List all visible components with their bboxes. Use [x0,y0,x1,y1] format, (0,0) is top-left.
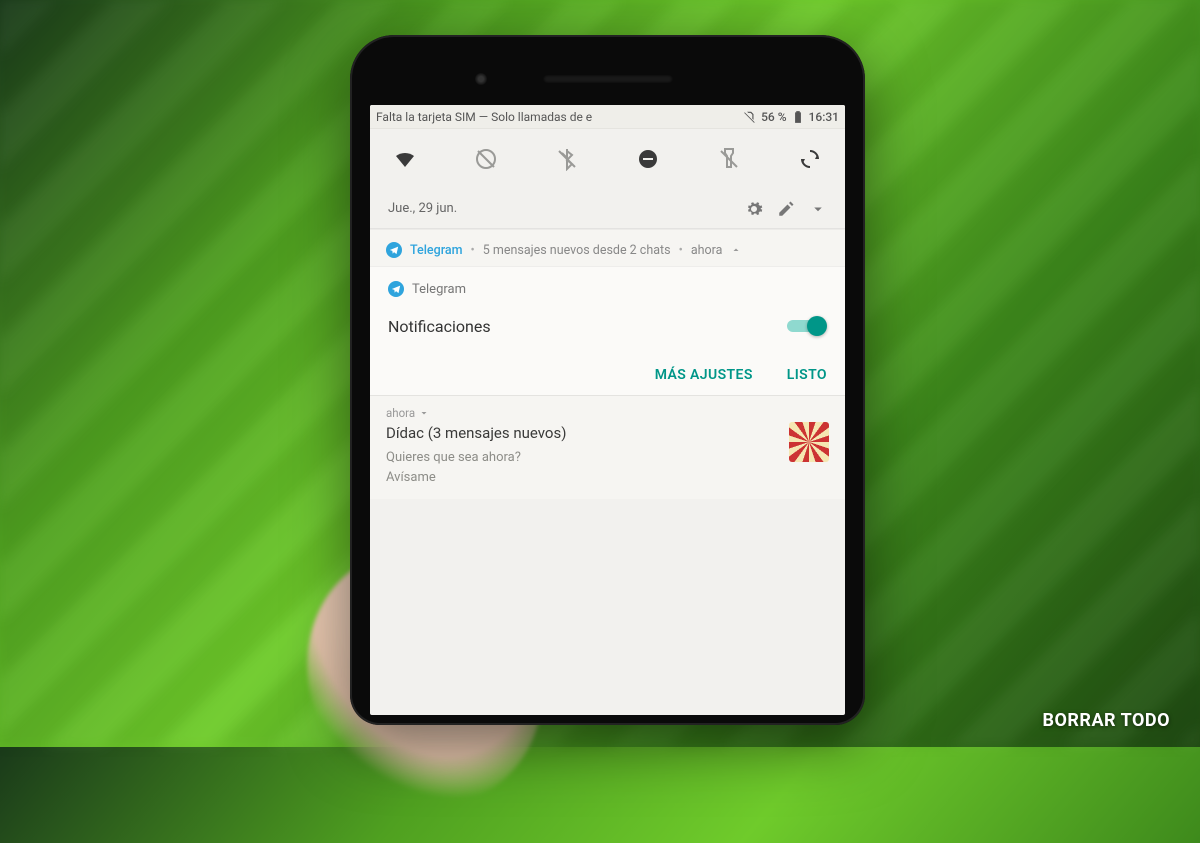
status-right: 56 % 16:31 [743,110,839,124]
date-text: Jue., 29 jun. [388,201,457,216]
notification-header[interactable]: Telegram • 5 mensajes nuevos desde 2 cha… [370,229,845,266]
edit-icon[interactable] [777,200,795,218]
flashlight-off-icon[interactable] [716,146,742,172]
app-name: Telegram [410,243,463,258]
notification-time: ahora [691,243,723,258]
card-app-name: Telegram [412,282,466,297]
status-sim-text: Falta la tarjeta SIM — Solo llamadas de … [376,110,743,124]
notification-title: Dídac (3 mensajes nuevos) [386,424,829,442]
telegram-icon [386,242,402,258]
phone-frame: Falta la tarjeta SIM — Solo llamadas de … [350,35,865,725]
battery-percent: 56 % [761,110,786,124]
notifications-label: Notificaciones [388,317,491,336]
chevron-down-icon [418,407,430,419]
notification-summary: 5 mensajes nuevos desde 2 chats [483,243,671,258]
phone-camera [475,73,487,85]
notifications-toggle[interactable] [787,315,827,337]
more-settings-button[interactable]: MÁS AJUSTES [655,367,753,383]
avatar [789,422,829,462]
message-line: Avísame [386,468,829,488]
message-notification[interactable]: ahora Dídac (3 mensajes nuevos) Quieres … [370,395,845,499]
gear-icon[interactable] [745,200,763,218]
battery-icon [791,110,805,124]
bluetooth-off-icon[interactable] [554,146,580,172]
wifi-icon[interactable] [392,146,418,172]
card-app-row: Telegram [388,281,827,297]
screen: Falta la tarjeta SIM — Solo llamadas de … [370,105,845,715]
do-not-disturb-icon[interactable] [635,146,661,172]
data-saver-off-icon[interactable] [473,146,499,172]
notification-time: ahora [386,406,829,420]
message-line: Quieres que sea ahora? [386,448,829,468]
chevron-up-icon [730,244,742,256]
date-row: Jue., 29 jun. [370,189,845,229]
notifications-toggle-row: Notificaciones [388,315,827,337]
done-button[interactable]: LISTO [787,367,827,383]
no-sim-icon [743,110,757,124]
quick-settings [370,129,845,189]
status-bar: Falta la tarjeta SIM — Solo llamadas de … [370,105,845,129]
chevron-down-icon[interactable] [809,200,827,218]
auto-rotate-icon[interactable] [797,146,823,172]
notification-settings-card: Telegram Notificaciones MÁS AJUSTES LIST… [370,266,845,395]
phone-speaker [543,75,673,83]
telegram-icon [388,281,404,297]
clear-all-button[interactable]: BORRAR TODO [1042,710,1170,731]
status-time: 16:31 [809,110,839,124]
